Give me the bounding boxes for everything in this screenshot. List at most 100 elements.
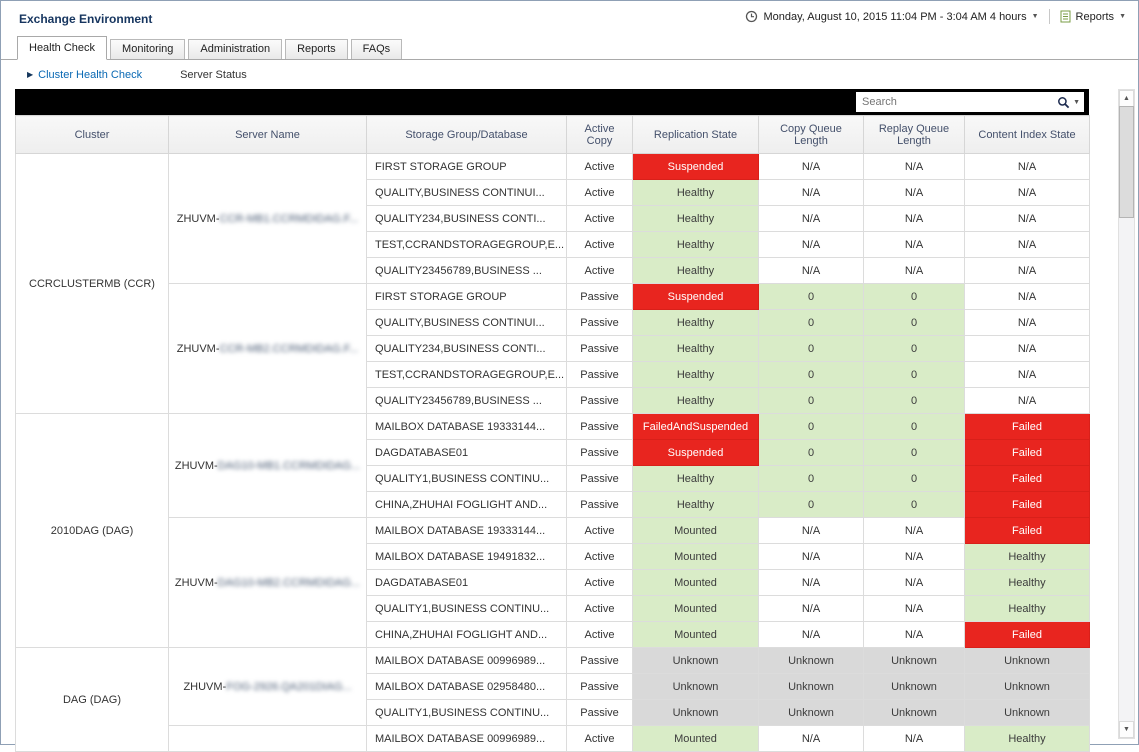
copy-queue-cell: Unknown: [759, 674, 864, 700]
content-index-cell: N/A: [965, 284, 1090, 310]
column-header: Copy Queue Length: [759, 116, 864, 154]
active-copy-cell: Passive: [567, 362, 633, 388]
replay-queue-cell: N/A: [864, 570, 965, 596]
subnav-server-status[interactable]: Server Status: [180, 69, 247, 81]
tab-reports[interactable]: Reports: [285, 39, 348, 59]
cluster-health-table-wrap: ClusterServer NameStorage Group/Database…: [15, 115, 1089, 752]
scrollbar-thumb[interactable]: [1119, 106, 1134, 218]
server-name-blurred: FOG-2926.QA201DIAG...: [226, 681, 351, 693]
replay-queue-cell: 0: [864, 414, 965, 440]
content-index-cell: Unknown: [965, 648, 1090, 674]
database-cell: QUALITY23456789,BUSINESS ...: [367, 388, 567, 414]
active-copy-cell: Active: [567, 622, 633, 648]
active-copy-cell: Passive: [567, 648, 633, 674]
database-cell: MAILBOX DATABASE 00996989...: [367, 726, 567, 752]
replay-queue-cell: N/A: [864, 232, 965, 258]
replay-queue-cell: Unknown: [864, 674, 965, 700]
search-options-arrow-icon[interactable]: ▼: [1073, 99, 1080, 106]
replay-queue-cell: 0: [864, 492, 965, 518]
copy-queue-cell: N/A: [759, 726, 864, 752]
time-range-selector[interactable]: Monday, August 10, 2015 11:04 PM - 3:04 …: [745, 10, 1038, 23]
database-cell: QUALITY1,BUSINESS CONTINU...: [367, 466, 567, 492]
database-cell: FIRST STORAGE GROUP: [367, 154, 567, 180]
replay-queue-cell: N/A: [864, 622, 965, 648]
scroll-down-button[interactable]: ▼: [1119, 721, 1134, 738]
content-index-cell: Unknown: [965, 674, 1090, 700]
replication-state-cell: Healthy: [633, 206, 759, 232]
copy-queue-cell: N/A: [759, 154, 864, 180]
copy-queue-cell: Unknown: [759, 648, 864, 674]
table-row: MAILBOX DATABASE 00996989...ActiveMounte…: [16, 726, 1090, 752]
replication-state-cell: Healthy: [633, 310, 759, 336]
replication-state-cell: Suspended: [633, 440, 759, 466]
reports-dropdown-arrow-icon[interactable]: ▼: [1119, 13, 1126, 20]
content-index-cell: Healthy: [965, 726, 1090, 752]
cluster-cell: CCRCLUSTERMB (CCR): [16, 154, 169, 414]
server-cell: ZHUVM-DAG10-MB1.CCRMDIDAG...: [169, 414, 367, 518]
database-cell: FIRST STORAGE GROUP: [367, 284, 567, 310]
copy-queue-cell: 0: [759, 284, 864, 310]
replication-state-cell: Mounted: [633, 726, 759, 752]
page-title: Exchange Environment: [19, 12, 152, 26]
table-head-row: ClusterServer NameStorage Group/Database…: [16, 116, 1090, 154]
active-copy-cell: Active: [567, 544, 633, 570]
server-name-blurred: DAG10-MB1.CCRMDIDAG...: [218, 460, 360, 472]
active-copy-cell: Active: [567, 726, 633, 752]
table-row: ZHUVM-CCR-MB2.CCRMDIDAG.F...FIRST STORAG…: [16, 284, 1090, 310]
copy-queue-cell: N/A: [759, 232, 864, 258]
content-index-cell: Healthy: [965, 596, 1090, 622]
search-icon[interactable]: [1057, 96, 1070, 109]
vertical-scrollbar[interactable]: ▲ ▼: [1118, 89, 1135, 739]
header-actions: Monday, August 10, 2015 11:04 PM - 3:04 …: [745, 9, 1126, 24]
replication-state-cell: Unknown: [633, 648, 759, 674]
copy-queue-cell: N/A: [759, 570, 864, 596]
replay-queue-cell: 0: [864, 310, 965, 336]
column-header: Server Name: [169, 116, 367, 154]
table-row: DAG (DAG)ZHUVM-FOG-2926.QA201DIAG...MAIL…: [16, 648, 1090, 674]
replication-state-cell: Mounted: [633, 622, 759, 648]
database-cell: QUALITY,BUSINESS CONTINUI...: [367, 310, 567, 336]
time-range-dropdown-arrow-icon[interactable]: ▼: [1032, 13, 1039, 20]
column-header: Replay Queue Length: [864, 116, 965, 154]
active-copy-cell: Passive: [567, 492, 633, 518]
content-index-cell: Failed: [965, 518, 1090, 544]
scroll-up-button[interactable]: ▲: [1119, 90, 1134, 107]
replay-queue-cell: 0: [864, 440, 965, 466]
database-cell: MAILBOX DATABASE 00996989...: [367, 648, 567, 674]
replay-queue-cell: N/A: [864, 726, 965, 752]
column-header: Replication State: [633, 116, 759, 154]
content-index-cell: N/A: [965, 310, 1090, 336]
tab-monitoring[interactable]: Monitoring: [110, 39, 185, 59]
active-copy-cell: Passive: [567, 414, 633, 440]
tab-faqs[interactable]: FAQs: [351, 39, 403, 59]
copy-queue-cell: 0: [759, 414, 864, 440]
column-header: Cluster: [16, 116, 169, 154]
table-toolbar: ▼: [15, 89, 1089, 115]
replication-state-cell: Healthy: [633, 336, 759, 362]
subnav-cluster-health-check[interactable]: ▶ Cluster Health Check: [27, 69, 142, 81]
active-copy-cell: Passive: [567, 466, 633, 492]
replay-queue-cell: N/A: [864, 544, 965, 570]
content-index-cell: Failed: [965, 492, 1090, 518]
reports-menu[interactable]: Reports ▼: [1060, 10, 1126, 23]
active-copy-cell: Active: [567, 232, 633, 258]
tab-administration[interactable]: Administration: [188, 39, 282, 59]
replication-state-cell: Unknown: [633, 700, 759, 726]
database-cell: MAILBOX DATABASE 19491832...: [367, 544, 567, 570]
server-cell: ZHUVM-CCR-MB1.CCRMDIDAG.F...: [169, 154, 367, 284]
search-input[interactable]: [856, 93, 1057, 111]
copy-queue-cell: N/A: [759, 518, 864, 544]
database-cell: QUALITY1,BUSINESS CONTINU...: [367, 596, 567, 622]
database-cell: QUALITY1,BUSINESS CONTINU...: [367, 700, 567, 726]
tab-bar: Health Check Monitoring Administration R…: [1, 35, 1138, 60]
content-index-cell: N/A: [965, 362, 1090, 388]
replay-queue-cell: Unknown: [864, 700, 965, 726]
server-name-prefix: ZHUVM-: [177, 213, 220, 225]
database-cell: MAILBOX DATABASE 19333144...: [367, 518, 567, 544]
replay-queue-cell: N/A: [864, 154, 965, 180]
database-cell: QUALITY234,BUSINESS CONTI...: [367, 206, 567, 232]
replication-state-cell: Mounted: [633, 570, 759, 596]
replication-state-cell: Healthy: [633, 388, 759, 414]
column-header: Content Index State: [965, 116, 1090, 154]
tab-health-check[interactable]: Health Check: [17, 36, 107, 60]
